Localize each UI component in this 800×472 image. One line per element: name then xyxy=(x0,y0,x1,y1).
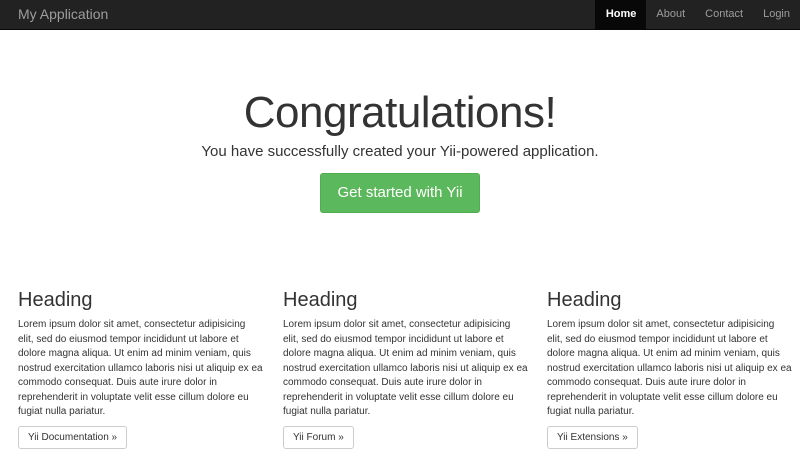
page-title: Congratulations! xyxy=(243,88,557,137)
column-text: Lorem ipsum dolor sit amet, consectetur … xyxy=(547,319,792,417)
yii-forum-button[interactable]: Yii Forum » xyxy=(283,425,354,449)
nav-item-home[interactable]: Home xyxy=(594,0,647,30)
column-heading: Heading xyxy=(283,289,358,311)
lead-text: You have successfully created your Yii-p… xyxy=(201,143,599,160)
nav-menu: Home About Contact Login xyxy=(594,0,800,30)
column-text: Lorem ipsum dolor sit amet, consectetur … xyxy=(18,319,263,417)
yii-extensions-button[interactable]: Yii Extensions » xyxy=(547,425,638,449)
nav-item-about[interactable]: About xyxy=(646,0,695,30)
column-extensions: Heading Lorem ipsum dolor sit amet, cons… xyxy=(547,287,792,449)
column-heading: Heading xyxy=(547,289,622,311)
nav-item-login[interactable]: Login xyxy=(753,0,800,30)
column-documentation: Heading Lorem ipsum dolor sit amet, cons… xyxy=(18,287,263,449)
top-navbar: My Application Home About Contact Login xyxy=(0,0,800,30)
brand-link[interactable]: My Application xyxy=(18,0,108,30)
column-forum: Heading Lorem ipsum dolor sit amet, cons… xyxy=(283,287,528,449)
body-content: Heading Lorem ipsum dolor sit amet, cons… xyxy=(0,287,800,457)
nav-item-contact[interactable]: Contact xyxy=(695,0,753,30)
yii-documentation-button[interactable]: Yii Documentation » xyxy=(18,425,128,449)
column-text: Lorem ipsum dolor sit amet, consectetur … xyxy=(283,319,528,417)
column-heading: Heading xyxy=(18,289,93,311)
get-started-button[interactable]: Get started with Yii xyxy=(320,173,480,213)
jumbotron: Congratulations! You have successfully c… xyxy=(0,86,800,213)
